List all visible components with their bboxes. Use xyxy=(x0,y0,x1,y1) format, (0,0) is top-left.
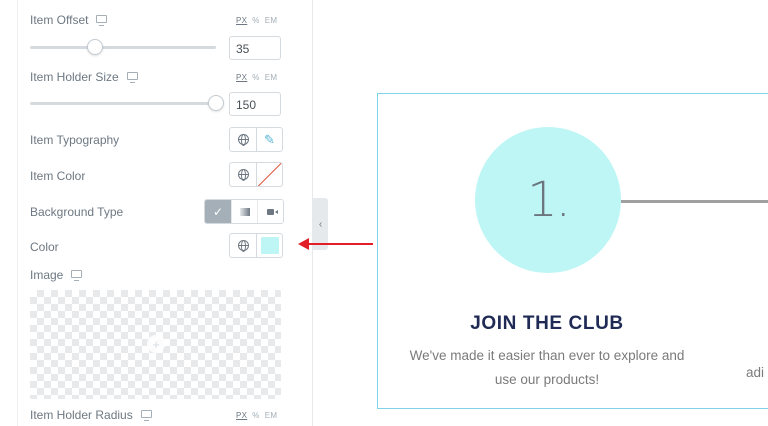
item-offset-input[interactable]: 35 xyxy=(229,36,281,60)
unit-percent[interactable]: % xyxy=(252,73,259,82)
step-description-line: We've made it easier than ever to explor… xyxy=(409,348,685,363)
background-type-choices: ✓ xyxy=(204,199,284,224)
item-holder-radius-label: Item Holder Radius xyxy=(30,408,152,422)
global-bg-color-button[interactable] xyxy=(230,234,256,257)
item-offset-slider-handle[interactable] xyxy=(87,39,104,55)
panel-left-strip xyxy=(0,0,18,426)
unit-em[interactable]: EM xyxy=(265,411,278,420)
item-holder-radius-label-text: Item Holder Radius xyxy=(30,408,133,422)
desktop-icon[interactable] xyxy=(140,410,152,421)
item-holder-size-units[interactable]: PX% EM xyxy=(236,73,277,82)
unit-percent[interactable]: % xyxy=(252,16,259,25)
step-description-line: use our products! xyxy=(494,372,600,387)
unit-percent[interactable]: % xyxy=(252,411,259,420)
next-step-description: adi xyxy=(746,365,765,380)
item-holder-size-input[interactable]: 150 xyxy=(229,92,281,116)
item-holder-size-slider-track[interactable] xyxy=(30,102,216,105)
global-color-button[interactable] xyxy=(230,163,256,186)
item-holder-size-slider-handle[interactable] xyxy=(208,95,224,111)
step-number-circle: 1. xyxy=(475,127,621,273)
background-video-button[interactable] xyxy=(257,200,283,223)
item-offset-slider-track[interactable] xyxy=(30,46,216,49)
item-offset-label-text: Item Offset xyxy=(30,13,89,27)
background-gradient-button[interactable] xyxy=(231,200,257,223)
unit-px[interactable]: PX xyxy=(236,73,247,82)
item-color-controls xyxy=(229,162,283,187)
unit-em[interactable]: EM xyxy=(265,16,278,25)
item-color-picker[interactable] xyxy=(256,163,282,186)
step-connector-line xyxy=(621,200,768,203)
image-picker[interactable]: + xyxy=(30,290,281,399)
desktop-icon[interactable] xyxy=(71,270,83,281)
annotation-arrow-line xyxy=(306,243,373,245)
plus-icon[interactable]: + xyxy=(147,335,165,353)
global-typography-button[interactable] xyxy=(230,128,256,151)
desktop-icon[interactable] xyxy=(126,72,138,83)
step-title: JOIN THE CLUB xyxy=(470,313,624,334)
color-swatch xyxy=(260,237,279,254)
annotation-arrow-head xyxy=(298,238,309,250)
brush-icon: ✓ xyxy=(212,204,224,219)
no-color-swatch xyxy=(257,163,282,186)
background-type-label: Background Type xyxy=(30,205,124,219)
globe-icon xyxy=(237,240,249,252)
unit-em[interactable]: EM xyxy=(265,73,278,82)
item-offset-label: Item Offset xyxy=(30,13,108,27)
settings-panel: Item Offset PX% EM 35 Item Holder Size PX… xyxy=(0,0,313,426)
edit-typography-button[interactable]: ✎ xyxy=(256,128,282,151)
item-typography-controls: ✎ xyxy=(229,127,283,152)
desktop-icon[interactable] xyxy=(96,15,108,26)
item-color-label: Item Color xyxy=(30,169,86,183)
gradient-icon xyxy=(239,207,250,216)
globe-icon xyxy=(237,169,249,181)
item-holder-size-label: Item Holder Size xyxy=(30,70,138,84)
unit-px[interactable]: PX xyxy=(236,411,247,420)
image-label-text: Image xyxy=(30,268,64,282)
step-description: We've made it easier than ever to explor… xyxy=(378,344,716,392)
color-label: Color xyxy=(30,240,59,254)
item-holder-radius-units[interactable]: PX% EM xyxy=(236,411,277,420)
pencil-icon: ✎ xyxy=(264,132,275,147)
bg-color-picker[interactable] xyxy=(256,234,282,257)
item-holder-size-label-text: Item Holder Size xyxy=(30,70,119,84)
item-offset-units[interactable]: PX% EM xyxy=(236,16,277,25)
unit-px[interactable]: PX xyxy=(236,16,247,25)
globe-icon xyxy=(237,134,249,146)
color-controls xyxy=(229,233,283,258)
image-label: Image xyxy=(30,268,83,282)
video-icon xyxy=(267,208,278,215)
item-typography-label: Item Typography xyxy=(30,133,120,147)
background-classic-button[interactable]: ✓ xyxy=(205,200,231,223)
preview-step-box[interactable]: 1. JOIN THE CLUB We've made it easier th… xyxy=(377,93,768,409)
